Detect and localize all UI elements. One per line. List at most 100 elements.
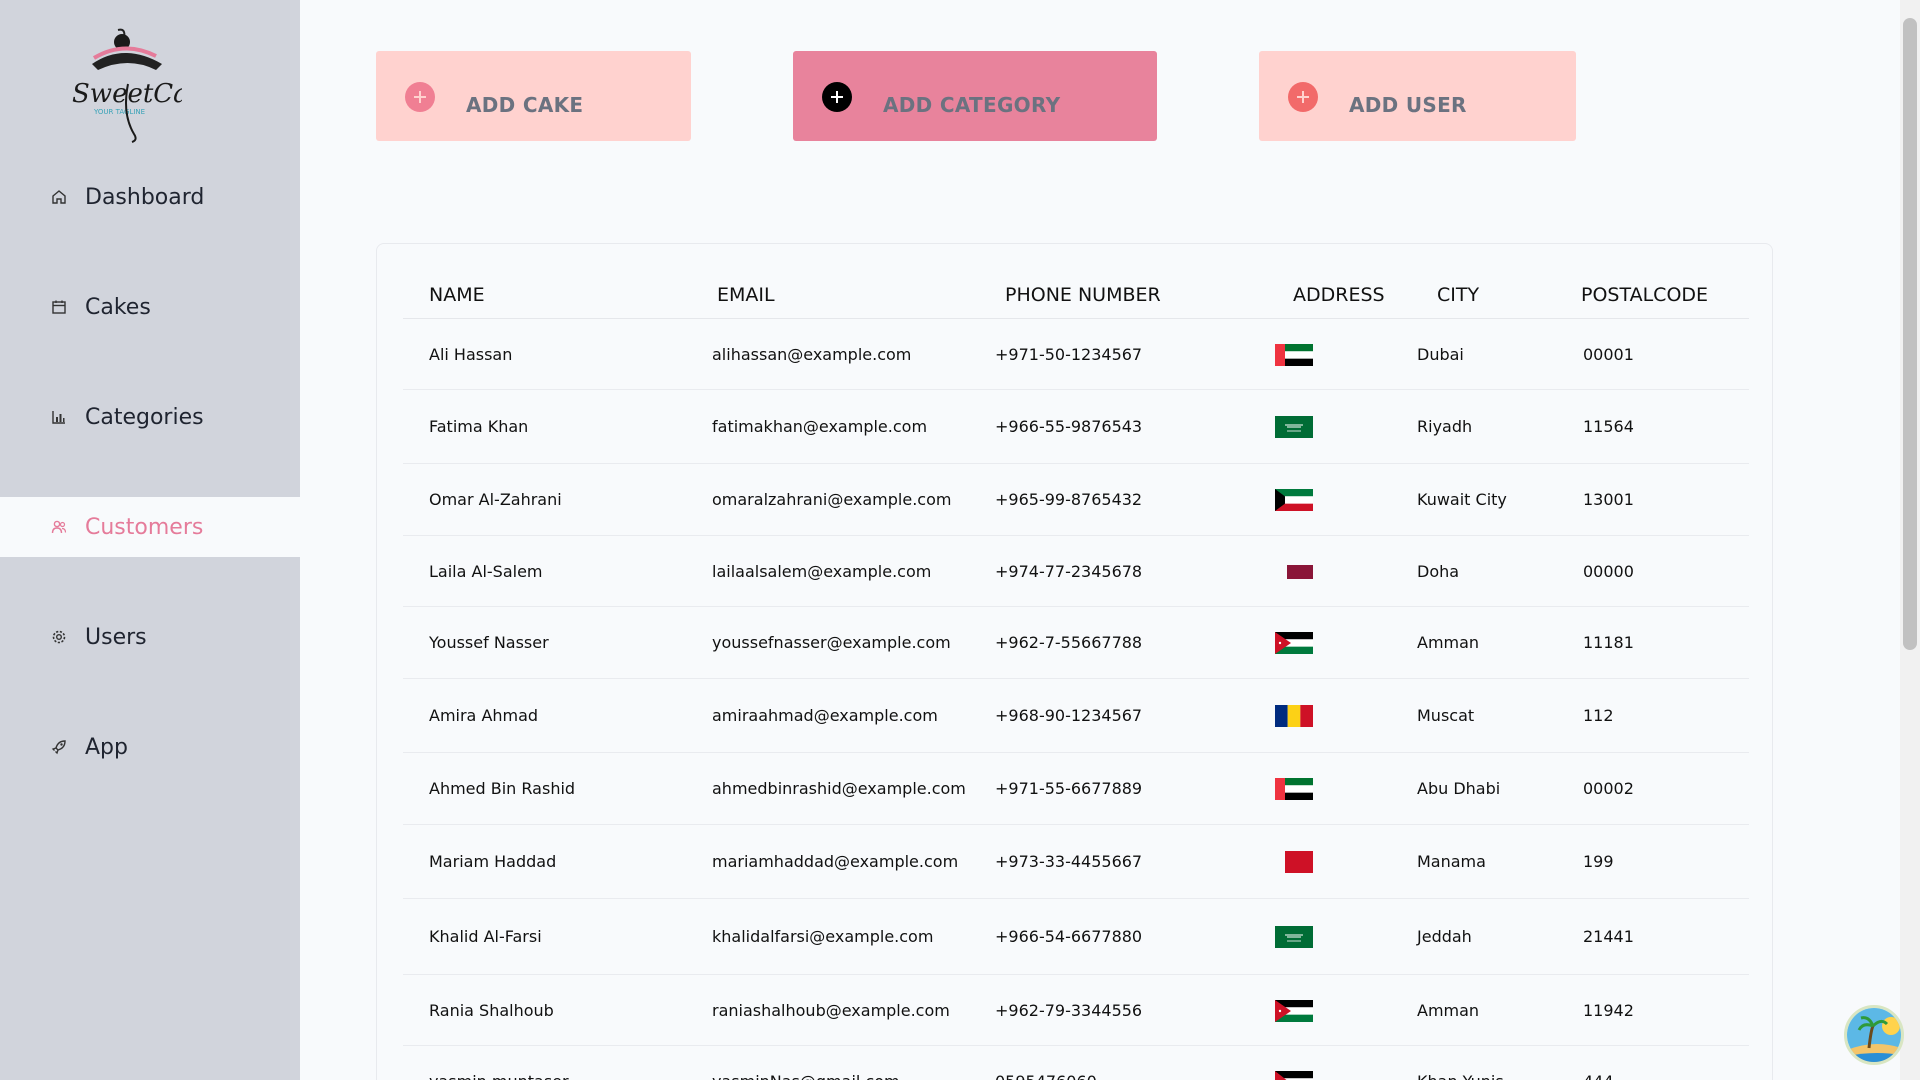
customers-table: NAME EMAIL PHONE NUMBER ADDRESS CITY POS… [376, 243, 1773, 1080]
cell-city: Khan Yunis [1417, 1072, 1504, 1080]
qatar-flag-icon [1275, 561, 1313, 583]
sidebar-item-dashboard[interactable]: Dashboard [0, 167, 300, 227]
cell-name: Youssef Nasser [429, 633, 549, 652]
table-row[interactable]: Ahmed Bin Rashid ahmedbinrashid@example.c… [403, 753, 1749, 825]
sidebar-item-categories[interactable]: Categories [0, 387, 300, 447]
sidebar: SweetCake YOUR TAGLINE Dashboard Cakes C… [0, 0, 300, 1080]
table-row[interactable]: Mariam Haddad mariamhaddad@example.com +97… [403, 825, 1749, 899]
cell-phone: +974-77-2345678 [995, 562, 1143, 581]
add-user-button[interactable]: ADD USER [1259, 51, 1576, 141]
kuwait-flag-icon [1275, 489, 1313, 511]
sidebar-item-label: Dashboard [85, 184, 205, 210]
cell-postalcode: 11181 [1583, 633, 1634, 652]
calendar-icon [50, 298, 68, 316]
cell-name: yasmin muntaser [429, 1072, 569, 1080]
table-row[interactable]: Omar Al-Zahrani omaralzahrani@example.com… [403, 464, 1749, 536]
cell-name: Ahmed Bin Rashid [429, 779, 576, 798]
svg-text:YOUR TAGLINE: YOUR TAGLINE [93, 108, 145, 116]
users-icon [50, 518, 68, 536]
cell-city: Jeddah [1417, 927, 1472, 946]
cell-city: Riyadh [1417, 417, 1473, 436]
cell-name: Mariam Haddad [429, 852, 557, 871]
sidebar-item-label: Customers [85, 514, 204, 540]
column-header-name[interactable]: NAME [429, 284, 485, 306]
table-row[interactable]: Fatima Khan fatimakhan@example.com +966-55… [403, 390, 1749, 464]
cell-postalcode: 13001 [1583, 490, 1634, 509]
cell-phone: +962-7-55667788 [995, 633, 1143, 652]
add-category-button[interactable]: ADD CATEGORY [793, 51, 1157, 141]
sidebar-item-app[interactable]: App [0, 717, 300, 777]
cell-city: Amman [1417, 1001, 1480, 1020]
sidebar-item-customers[interactable]: Customers [0, 497, 300, 557]
cell-phone: +966-54-6677880 [995, 927, 1143, 946]
cell-postalcode: 00000 [1583, 562, 1634, 581]
cell-name: Fatima Khan [429, 417, 529, 436]
scrollbar-thumb[interactable] [1903, 18, 1917, 650]
cell-city: Dubai [1417, 345, 1464, 364]
cell-phone: +971-50-1234567 [995, 345, 1143, 364]
cell-city: Kuwait City [1417, 490, 1507, 509]
cell-phone: +973-33-4455667 [995, 852, 1143, 871]
rocket-icon [50, 738, 68, 756]
cell-name: Laila Al-Salem [429, 562, 543, 581]
sidebar-item-label: Categories [85, 404, 204, 430]
add-user-label: ADD USER [1349, 93, 1467, 117]
table-row[interactable]: Khalid Al-Farsi khalidalfarsi@example.com… [403, 899, 1749, 975]
sidebar-item-label: Cakes [85, 294, 151, 320]
cell-phone: +966-55-9876543 [995, 417, 1143, 436]
cell-email: mariamhaddad@example.com [712, 852, 959, 871]
table-row[interactable]: Amira Ahmad amiraahmad@example.com +968-90… [403, 679, 1749, 753]
cell-name: Omar Al-Zahrani [429, 490, 562, 509]
cell-email: ahmedbinrashid@example.com [712, 779, 966, 798]
sidebar-item-users[interactable]: Users [0, 607, 300, 667]
table-row[interactable]: Ali Hassan alihassan@example.com +971-50-1… [403, 319, 1749, 390]
column-header-address[interactable]: ADDRESS [1293, 284, 1385, 306]
cell-email: omaralzahrani@example.com [712, 490, 952, 509]
table-row[interactable]: Laila Al-Salem lailaalsalem@example.com +9… [403, 536, 1749, 607]
sweetcake-logo[interactable]: SweetCake YOUR TAGLINE [70, 26, 220, 144]
jordan-flag-icon [1275, 632, 1313, 654]
cell-email: raniashalhoub@example.com [712, 1001, 950, 1020]
cell-name: Khalid Al-Farsi [429, 927, 542, 946]
chart-icon [50, 408, 68, 426]
cell-name: Rania Shalhoub [429, 1001, 554, 1020]
home-icon [50, 188, 68, 206]
cell-postalcode: 00002 [1583, 779, 1634, 798]
cell-email: alihassan@example.com [712, 345, 912, 364]
cell-postalcode: 112 [1583, 706, 1614, 725]
cell-name: Ali Hassan [429, 345, 513, 364]
cell-name: Amira Ahmad [429, 706, 539, 725]
column-header-postalcode[interactable]: POSTALCODE [1581, 284, 1708, 306]
cell-postalcode: 00001 [1583, 345, 1634, 364]
table-row[interactable]: Rania Shalhoub raniashalhoub@example.com +… [403, 975, 1749, 1046]
table-row[interactable]: Youssef Nasser youssefnasser@example.com +… [403, 607, 1749, 679]
column-header-email[interactable]: EMAIL [717, 284, 775, 306]
table-header: NAME EMAIL PHONE NUMBER ADDRESS CITY POS… [403, 244, 1749, 319]
bahrain-flag-icon [1275, 851, 1313, 873]
sidebar-item-label: App [85, 734, 128, 760]
cell-email: amiraahmad@example.com [712, 706, 938, 725]
cell-city: Amman [1417, 633, 1480, 652]
add-cake-button[interactable]: ADD CAKE [376, 51, 691, 141]
cell-postalcode: 11942 [1583, 1001, 1634, 1020]
cell-postalcode: 21441 [1583, 927, 1634, 946]
column-header-city[interactable]: CITY [1437, 284, 1479, 306]
cell-city: Abu Dhabi [1417, 779, 1501, 798]
cell-email: youssefnasser@example.com [712, 633, 951, 652]
uae-flag-icon [1275, 344, 1313, 366]
add-cake-label: ADD CAKE [466, 93, 584, 117]
scrollbar[interactable] [1900, 0, 1920, 1080]
assistant-avatar[interactable] [1844, 1005, 1904, 1065]
cell-phone: +965-99-8765432 [995, 490, 1143, 509]
cell-email: yasminNas@gmail.com [712, 1072, 900, 1080]
sidebar-item-cakes[interactable]: Cakes [0, 277, 300, 337]
cell-phone: +962-79-3344556 [995, 1001, 1143, 1020]
cell-phone: +971-55-6677889 [995, 779, 1143, 798]
uae-flag-icon [1275, 778, 1313, 800]
add-category-label: ADD CATEGORY [883, 93, 1061, 117]
cell-phone: +968-90-1234567 [995, 706, 1143, 725]
saudi-flag-icon [1275, 416, 1313, 438]
table-row[interactable]: yasmin muntaser yasminNas@gmail.com 059547… [403, 1046, 1749, 1080]
column-header-phone[interactable]: PHONE NUMBER [1005, 284, 1161, 306]
cell-postalcode: 199 [1583, 852, 1614, 871]
